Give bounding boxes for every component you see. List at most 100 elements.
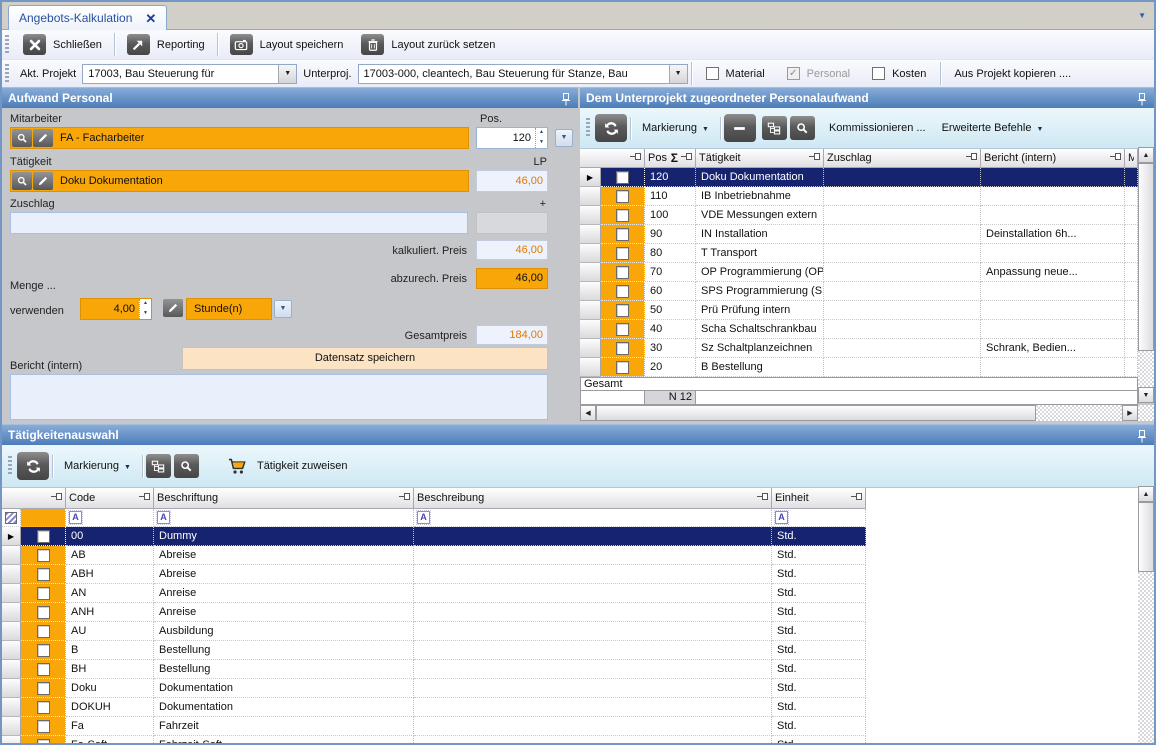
- column-header-code[interactable]: Code: [66, 488, 154, 509]
- pos-dropdown-button[interactable]: ▼: [555, 129, 573, 147]
- table-row[interactable]: ▶00DummyStd.: [2, 527, 1138, 546]
- pin-icon[interactable]: [561, 92, 571, 105]
- column-header-beschriftung[interactable]: Beschriftung: [154, 488, 414, 509]
- cell-pos[interactable]: 60: [645, 282, 696, 301]
- cell-taetigkeit[interactable]: Sz Schaltplanzeichnen: [696, 339, 824, 358]
- chevron-down-icon[interactable]: ▼: [278, 65, 296, 83]
- cell-pos[interactable]: 120: [645, 168, 696, 187]
- cell-zuschlag[interactable]: [824, 282, 981, 301]
- cell-einheit[interactable]: Std.: [772, 603, 866, 622]
- row-checkbox[interactable]: [616, 247, 629, 260]
- pin-icon[interactable]: [1137, 92, 1147, 105]
- cell-beschreibung[interactable]: [414, 717, 772, 736]
- cell-beschreibung[interactable]: [414, 679, 772, 698]
- cell-code[interactable]: B: [66, 641, 154, 660]
- cell-einheit[interactable]: Std.: [772, 736, 866, 745]
- scrollbar-thumb[interactable]: [596, 405, 1036, 421]
- scroll-right-icon[interactable]: ▶: [1122, 405, 1138, 421]
- cell-bericht[interactable]: [981, 187, 1125, 206]
- cell-beschriftung[interactable]: Abreise: [154, 565, 414, 584]
- cell-pos[interactable]: 90: [645, 225, 696, 244]
- table-row[interactable]: ABAbreise Std.: [2, 546, 1138, 565]
- cell-code[interactable]: AB: [66, 546, 154, 565]
- auto-filter-icon[interactable]: A: [775, 511, 788, 524]
- cell-taetigkeit[interactable]: SPS Programmierung (S...: [696, 282, 824, 301]
- cell-bericht[interactable]: Deinstallation 6h...: [981, 225, 1125, 244]
- row-checkbox[interactable]: [616, 266, 629, 279]
- cell-einheit[interactable]: Std.: [772, 546, 866, 565]
- cell-bericht[interactable]: [981, 358, 1125, 377]
- spin-up-icon[interactable]: ▲: [536, 128, 547, 138]
- cell-taetigkeit[interactable]: T Transport: [696, 244, 824, 263]
- tree-view-button[interactable]: [762, 116, 787, 140]
- einheit-dropdown-button[interactable]: ▼: [274, 300, 292, 318]
- cell-taetigkeit[interactable]: Doku Dokumentation: [696, 168, 824, 187]
- scrollbar-track[interactable]: [1138, 351, 1154, 387]
- row-checkbox[interactable]: [37, 530, 50, 543]
- cell-code[interactable]: 00: [66, 527, 154, 546]
- einheit-combobox[interactable]: Stunde(n): [186, 298, 272, 320]
- remove-row-button[interactable]: [724, 114, 756, 142]
- row-checkbox[interactable]: [37, 644, 50, 657]
- column-header-einheit[interactable]: Einheit: [772, 488, 866, 509]
- cell-bericht[interactable]: Schrank, Bedien...: [981, 339, 1125, 358]
- scroll-up-icon[interactable]: ▲: [1138, 486, 1154, 502]
- filter-cell-einheit[interactable]: A: [772, 509, 866, 527]
- cell-taetigkeit[interactable]: OP Programmierung (OP): [696, 263, 824, 282]
- cell-code[interactable]: ABH: [66, 565, 154, 584]
- cell-beschriftung[interactable]: Abreise: [154, 546, 414, 565]
- pos-value[interactable]: 120: [477, 128, 535, 148]
- datensatz-speichern-button[interactable]: Datensatz speichern: [182, 347, 548, 370]
- layout-reset-button[interactable]: Layout zurück setzen: [352, 32, 504, 58]
- table-row[interactable]: 60SPS Programmierung (S...: [580, 282, 1154, 301]
- close-button[interactable]: Schließen: [14, 32, 111, 58]
- cell-pos[interactable]: 100: [645, 206, 696, 225]
- search-button[interactable]: [174, 454, 199, 478]
- row-checkbox[interactable]: [616, 342, 629, 355]
- cell-beschriftung[interactable]: Bestellung: [154, 641, 414, 660]
- kosten-checkbox[interactable]: Kosten: [872, 67, 926, 80]
- cell-m[interactable]: [1125, 339, 1138, 358]
- row-selector[interactable]: [580, 225, 601, 244]
- akt-projekt-combobox[interactable]: 17003, Bau Steuerung für ▼: [82, 64, 297, 84]
- auto-filter-icon[interactable]: A: [157, 511, 170, 524]
- row-checkbox[interactable]: [616, 209, 629, 222]
- row-checkbox[interactable]: [37, 701, 50, 714]
- scroll-up-icon[interactable]: ▲: [1138, 147, 1154, 163]
- row-checkbox[interactable]: [37, 663, 50, 676]
- mitarbeiter-field[interactable]: FA - Facharbeiter: [10, 127, 469, 149]
- markierung-dropdown[interactable]: Markierung▼: [64, 460, 131, 472]
- column-header-pos[interactable]: Pos. Σ: [645, 149, 696, 168]
- table-row[interactable]: BBestellungStd.: [2, 641, 1138, 660]
- table-row[interactable]: 40Scha Schaltschrankbau: [580, 320, 1154, 339]
- pos-spinner[interactable]: 120 ▲▼: [476, 127, 548, 149]
- column-header-beschreibung[interactable]: Beschreibung: [414, 488, 772, 509]
- filter-cell-beschreibung[interactable]: A: [414, 509, 772, 527]
- markierung-dropdown[interactable]: Markierung▼: [642, 122, 709, 134]
- cell-pos[interactable]: 70: [645, 263, 696, 282]
- cell-zuschlag[interactable]: [824, 244, 981, 263]
- layout-save-button[interactable]: Layout speichern: [221, 32, 353, 58]
- select-all-cell[interactable]: [2, 509, 21, 527]
- refresh-button[interactable]: [17, 452, 49, 480]
- row-selector[interactable]: [2, 546, 21, 565]
- zuschlag-input[interactable]: [10, 212, 468, 234]
- row-checkbox[interactable]: [616, 228, 629, 241]
- cell-code[interactable]: BH: [66, 660, 154, 679]
- row-checkbox[interactable]: [37, 625, 50, 638]
- cell-zuschlag[interactable]: [824, 206, 981, 225]
- cell-bericht[interactable]: [981, 301, 1125, 320]
- table-row[interactable]: ANAnreiseStd.: [2, 584, 1138, 603]
- kommissionieren-button[interactable]: Kommissionieren ...: [829, 122, 926, 134]
- row-selector[interactable]: [2, 641, 21, 660]
- cell-einheit[interactable]: Std.: [772, 622, 866, 641]
- table-row[interactable]: ABHAbreiseStd.: [2, 565, 1138, 584]
- cell-beschreibung[interactable]: [414, 565, 772, 584]
- vertical-scrollbar[interactable]: ▲ ▼: [1138, 147, 1154, 403]
- cell-bericht[interactable]: [981, 244, 1125, 263]
- row-selector[interactable]: [2, 603, 21, 622]
- cell-beschreibung[interactable]: [414, 584, 772, 603]
- cell-pos[interactable]: 30: [645, 339, 696, 358]
- row-selector[interactable]: [580, 244, 601, 263]
- column-pin-icon[interactable]: [681, 152, 692, 164]
